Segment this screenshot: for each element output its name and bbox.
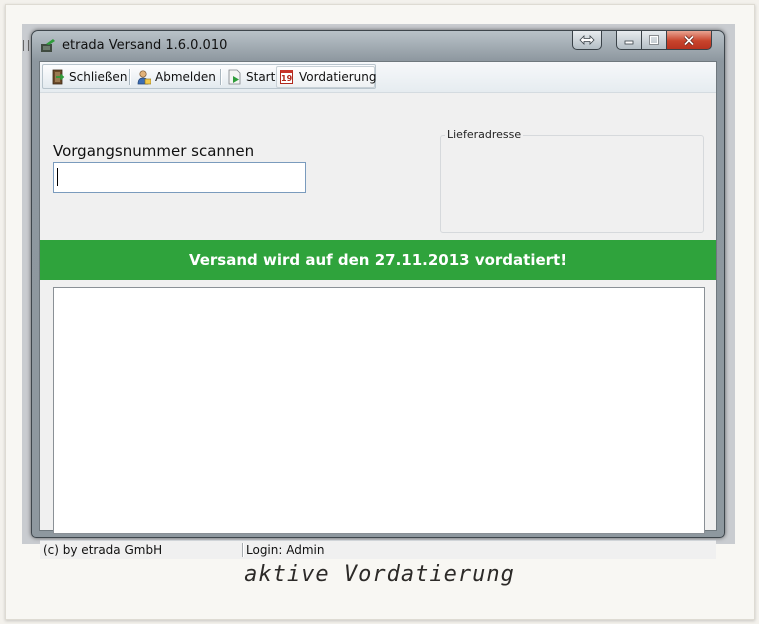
backdate-label: Vordatierung: [299, 69, 377, 84]
status-separator: [242, 543, 243, 557]
backdate-banner: Versand wird auf den 27.11.2013 vordatie…: [40, 240, 716, 280]
maximize-button[interactable]: [641, 31, 667, 50]
close-app-button[interactable]: Schließen: [51, 67, 127, 86]
document-play-icon: [228, 69, 241, 84]
minimize-button[interactable]: [616, 31, 642, 50]
logout-label: Abmelden: [155, 69, 216, 84]
calendar-icon: 19: [280, 69, 293, 84]
delivery-address-group: [440, 135, 704, 233]
image-caption: aktive Vordatierung: [244, 562, 515, 587]
logout-button[interactable]: Abmelden: [137, 67, 216, 86]
scan-input[interactable]: [53, 162, 306, 193]
close-app-label: Schließen: [69, 69, 128, 84]
status-copyright: (c) by etrada GmbH: [43, 543, 163, 557]
resize-icon: [579, 35, 595, 45]
toolstrip: Schließen Abmelden Start 19 Vordatierung: [42, 64, 377, 89]
start-label: Start: [246, 69, 276, 84]
status-login: Login: Admin: [246, 543, 325, 557]
shipment-list[interactable]: [53, 287, 705, 534]
client-area: Schließen Abmelden Start 19 Vordatierung…: [39, 61, 717, 559]
maximize-icon: [649, 35, 659, 45]
window-title: etrada Versand 1.6.0.010: [62, 38, 228, 53]
resize-button[interactable]: [572, 31, 602, 50]
delivery-address-title: Lieferadresse: [445, 128, 524, 141]
app-icon: [41, 39, 55, 52]
toolbar-separator: [220, 69, 221, 85]
text-caret: [57, 168, 58, 186]
start-button[interactable]: Start: [228, 67, 275, 86]
minimize-icon: [624, 40, 634, 45]
edge-marker: [23, 40, 29, 51]
app-window: etrada Versand 1.6.0.010 Schließen Abmel…: [31, 30, 725, 559]
toolbar-separator: [129, 69, 130, 85]
backdate-button[interactable]: 19 Vordatierung: [280, 67, 377, 86]
status-bar: (c) by etrada GmbH Login: Admin: [40, 540, 716, 559]
scan-label: Vorgangsnummer scannen: [53, 142, 255, 160]
close-icon: [683, 34, 695, 46]
toolbar: Schließen Abmelden Start 19 Vordatierung: [40, 62, 716, 93]
user-logout-icon: [137, 69, 151, 84]
door-exit-icon: [52, 69, 65, 84]
close-button[interactable]: [666, 31, 712, 50]
